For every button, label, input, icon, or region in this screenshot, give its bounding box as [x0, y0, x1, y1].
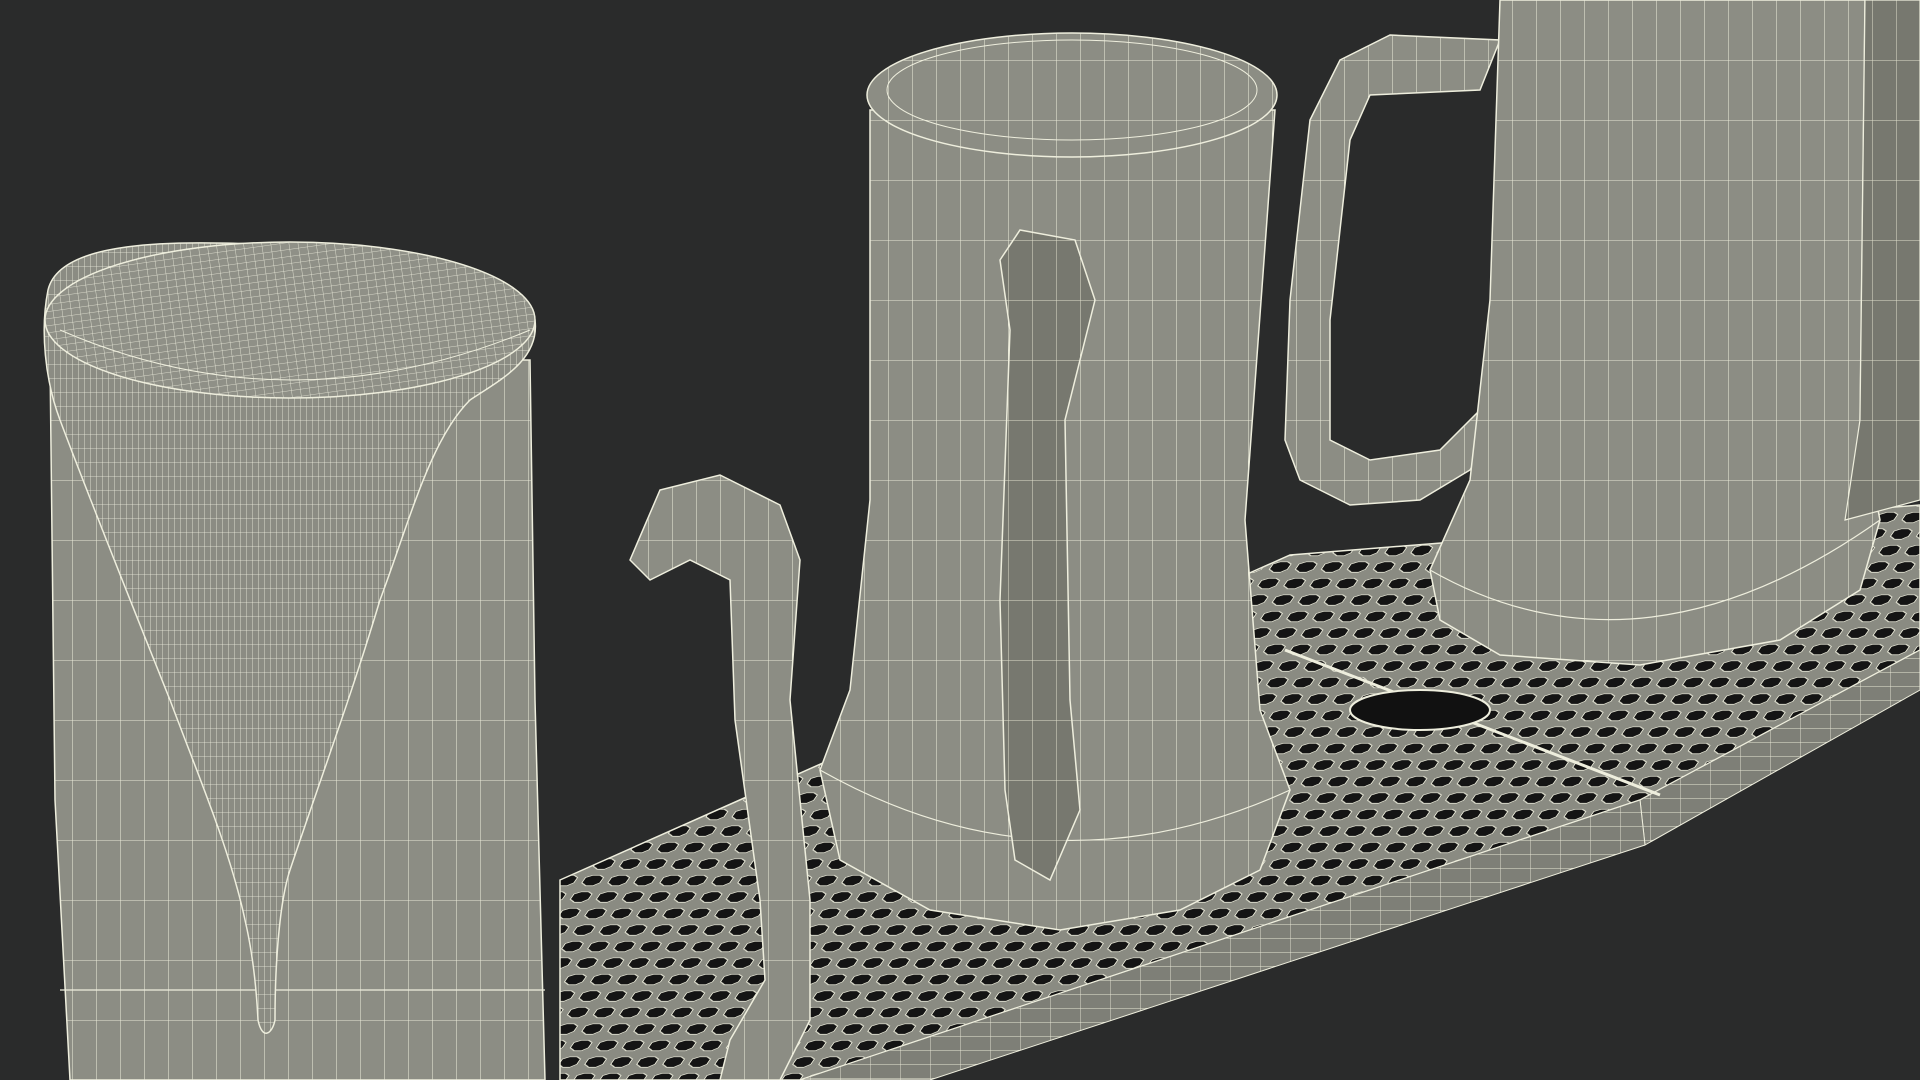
beer-mug-center: [819, 32, 1291, 931]
drain-hole: [1349, 689, 1491, 731]
mug-rim: [866, 32, 1278, 158]
mug-body: [1429, 0, 1881, 666]
3d-wireframe-viewport: [0, 0, 1920, 1080]
beer-foam-top: [44, 241, 536, 399]
render-canvas: [0, 0, 1920, 1080]
